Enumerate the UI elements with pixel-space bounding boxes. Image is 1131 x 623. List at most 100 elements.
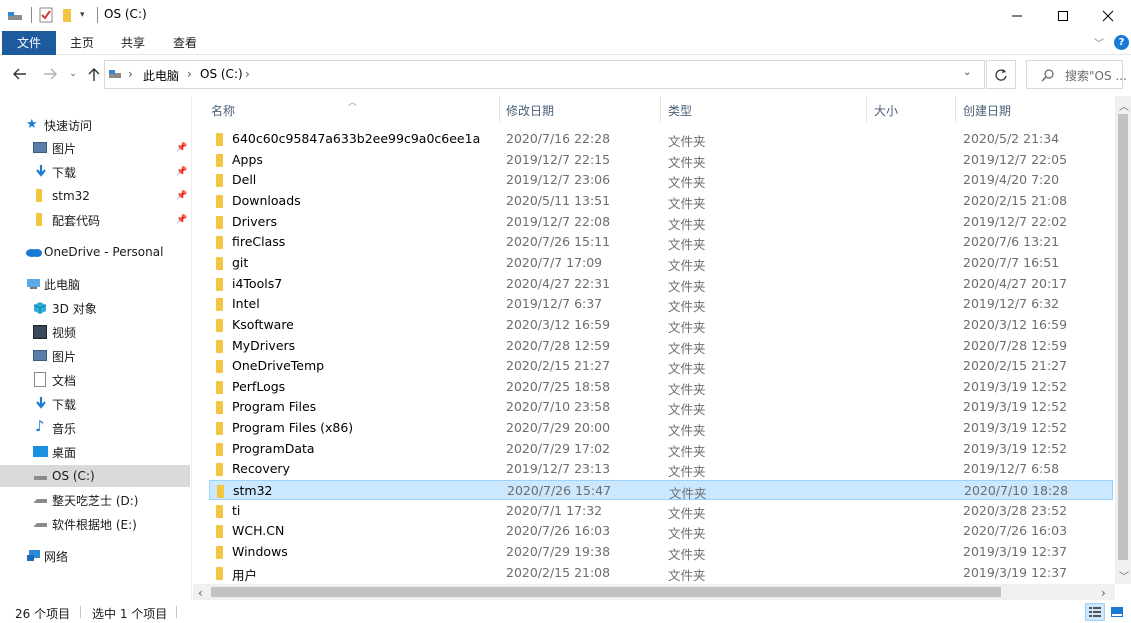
refresh-icon[interactable] (986, 60, 1016, 89)
tab-share[interactable]: 共享 (113, 31, 153, 55)
maximize-icon[interactable] (1040, 0, 1086, 31)
help-icon[interactable]: ? (1114, 35, 1129, 50)
new-folder-icon[interactable] (60, 6, 74, 24)
folder-icon (216, 339, 223, 353)
tab-view[interactable]: 查看 (165, 31, 205, 55)
nav-label: 桌面 (52, 445, 77, 460)
forward-icon[interactable] (40, 64, 60, 84)
expand-ribbon-icon[interactable]: ﹀ (1094, 35, 1104, 50)
file-row[interactable]: i4Tools7 2020/4/27 22:31 文件夹 2020/4/27 20:1… (209, 274, 1113, 294)
nav-downloads[interactable]: 下载 (0, 393, 190, 415)
horizontal-scroll-thumb[interactable] (211, 587, 1001, 597)
file-list[interactable]: ︿ 名称 修改日期 类型 大小 创建日期 640c60c95847a633b2e… (193, 96, 1115, 584)
horizontal-scrollbar[interactable]: ‹ › (193, 584, 1115, 600)
file-row[interactable]: Program Files (x86) 2020/7/29 20:00 文件夹 201… (209, 418, 1113, 438)
folder-icon (36, 189, 42, 202)
file-row[interactable]: WCH.CN 2020/7/26 16:03 文件夹 2020/7/26 16:03 (209, 521, 1113, 541)
nav-music[interactable]: ♪ 音乐 (0, 417, 190, 439)
column-divider[interactable] (499, 96, 500, 122)
file-row[interactable]: git 2020/7/7 17:09 文件夹 2020/7/7 16:51 (209, 253, 1113, 273)
nav-quick-access[interactable]: ★ 快速访问 (0, 114, 190, 136)
scroll-right-icon[interactable]: › (1101, 586, 1106, 600)
pin-icon[interactable]: 📌 (176, 191, 187, 201)
file-row[interactable]: PerfLogs 2020/7/25 18:58 文件夹 2019/3/19 12:5… (209, 377, 1113, 397)
recent-locations-icon[interactable]: ⌄ (63, 64, 83, 84)
file-row[interactable]: OneDriveTemp 2020/2/15 21:27 文件夹 2020/2/15 … (209, 356, 1113, 376)
search-box[interactable]: 搜索"OS ... (1026, 60, 1127, 89)
nav-desktop[interactable]: 桌面 (0, 441, 190, 463)
nav-this-pc[interactable]: 此电脑 (0, 273, 190, 295)
file-row[interactable]: ti 2020/7/1 17:32 文件夹 2020/3/28 23:52 (209, 501, 1113, 521)
file-row[interactable]: Ksoftware 2020/3/12 16:59 文件夹 2020/3/12 16:… (209, 315, 1113, 335)
file-row[interactable]: Recovery 2019/12/7 23:13 文件夹 2019/12/7 6:58 (209, 459, 1113, 479)
nav-quick-code[interactable]: 配套代码 📌 (0, 209, 190, 231)
nav-drive-e[interactable]: 软件根据地 (E:) (0, 513, 190, 535)
file-row[interactable]: Program Files 2020/7/10 23:58 文件夹 2019/3/19… (209, 397, 1113, 417)
tab-home[interactable]: 主页 (62, 31, 102, 55)
up-icon[interactable] (84, 64, 104, 84)
nav-quick-pictures[interactable]: 图片 📌 (0, 137, 190, 159)
customize-qa-icon[interactable]: ▾ (80, 10, 85, 28)
nav-pictures[interactable]: 图片 (0, 345, 190, 367)
breadcrumb-separator-icon[interactable]: › (187, 67, 192, 81)
file-row[interactable]: Windows 2020/7/29 19:38 文件夹 2019/3/19 12:37 (209, 542, 1113, 562)
scroll-down-icon[interactable]: ﹀ (1119, 568, 1129, 583)
file-created: 2020/2/15 21:27 (963, 358, 1068, 374)
explorer-drive-icon[interactable] (6, 6, 26, 24)
column-divider[interactable] (955, 96, 956, 122)
drive-icon (33, 517, 47, 531)
column-modified[interactable]: 修改日期 (506, 102, 554, 119)
pin-icon[interactable]: 📌 (176, 143, 187, 153)
nav-quick-downloads[interactable]: 下载 📌 (0, 161, 190, 183)
pane-divider[interactable] (191, 96, 192, 600)
breadcrumb-separator-icon[interactable]: › (245, 67, 250, 81)
file-modified: 2020/7/29 20:00 (506, 420, 611, 436)
file-row[interactable]: Dell 2019/12/7 23:06 文件夹 2019/4/20 7:20 (209, 170, 1113, 190)
address-bar[interactable]: › 此电脑 › OS (C:) › ⌄ (104, 60, 985, 89)
tab-file[interactable]: 文件 (2, 31, 56, 55)
pin-icon[interactable]: 📌 (176, 167, 187, 177)
pin-icon[interactable]: 📌 (176, 215, 187, 225)
breadcrumb-separator-icon[interactable]: › (128, 67, 133, 81)
column-divider[interactable] (866, 96, 867, 122)
vertical-scrollbar[interactable]: ︿ ﹀ (1115, 96, 1131, 584)
file-row[interactable]: Apps 2019/12/7 22:15 文件夹 2019/12/7 22:05 (209, 150, 1113, 170)
column-divider[interactable] (660, 96, 661, 122)
nav-network[interactable]: 网络 (0, 545, 190, 567)
minimize-icon[interactable] (994, 0, 1040, 31)
file-row[interactable]: Drivers 2019/12/7 22:08 文件夹 2019/12/7 22:02 (209, 212, 1113, 232)
file-row[interactable]: MyDrivers 2020/7/28 12:59 文件夹 2020/7/28 12:… (209, 336, 1113, 356)
breadcrumb-this-pc[interactable]: 此电脑 (143, 67, 179, 84)
nav-drive-d[interactable]: 整天吃芝士 (D:) (0, 489, 190, 511)
file-row[interactable]: 用户 2020/2/15 21:08 文件夹 2019/3/19 12:37 (209, 563, 1113, 583)
large-icons-view-icon[interactable] (1107, 603, 1127, 621)
nav-drive-c[interactable]: OS (C:) (0, 465, 190, 487)
nav-3d-objects[interactable]: 3D 对象 (0, 297, 190, 319)
column-type[interactable]: 类型 (668, 102, 692, 119)
file-type: 文件夹 (668, 257, 706, 273)
scroll-left-icon[interactable]: ‹ (198, 586, 203, 600)
close-icon[interactable] (1085, 0, 1131, 31)
vertical-scroll-thumb[interactable] (1118, 114, 1128, 560)
column-name[interactable]: 名称 (211, 102, 235, 119)
column-created[interactable]: 创建日期 (963, 102, 1011, 119)
address-dropdown-icon[interactable]: ⌄ (963, 67, 971, 78)
file-row[interactable]: 640c60c95847a633b2ee99c9a0c6ee1a 2020/7/1… (209, 129, 1113, 149)
file-row[interactable]: ProgramData 2020/7/29 17:02 文件夹 2019/3/19 1… (209, 439, 1113, 459)
details-view-icon[interactable] (1085, 603, 1105, 621)
nav-quick-stm32[interactable]: stm32 📌 (0, 185, 190, 207)
file-row[interactable]: Downloads 2020/5/11 13:51 文件夹 2020/2/15 21:… (209, 191, 1113, 211)
column-size[interactable]: 大小 (874, 102, 898, 119)
properties-icon[interactable] (38, 6, 54, 24)
nav-onedrive[interactable]: OneDrive - Personal (0, 241, 190, 263)
back-icon[interactable] (10, 64, 30, 84)
file-created: 2020/3/28 23:52 (963, 502, 1068, 518)
folder-icon (216, 298, 223, 312)
file-row[interactable]: Intel 2019/12/7 6:37 文件夹 2019/12/7 6:32 (209, 294, 1113, 314)
scroll-up-icon[interactable]: ︿ (1119, 98, 1129, 113)
nav-documents[interactable]: 文档 (0, 369, 190, 391)
nav-videos[interactable]: 视频 (0, 321, 190, 343)
file-row[interactable]: fireClass 2020/7/26 15:11 文件夹 2020/7/6 13:2… (209, 232, 1113, 252)
file-row[interactable]: stm32 2020/7/26 15:47 文件夹 2020/7/10 18:28 (209, 480, 1113, 501)
breadcrumb-os-c[interactable]: OS (C:) (200, 67, 243, 81)
